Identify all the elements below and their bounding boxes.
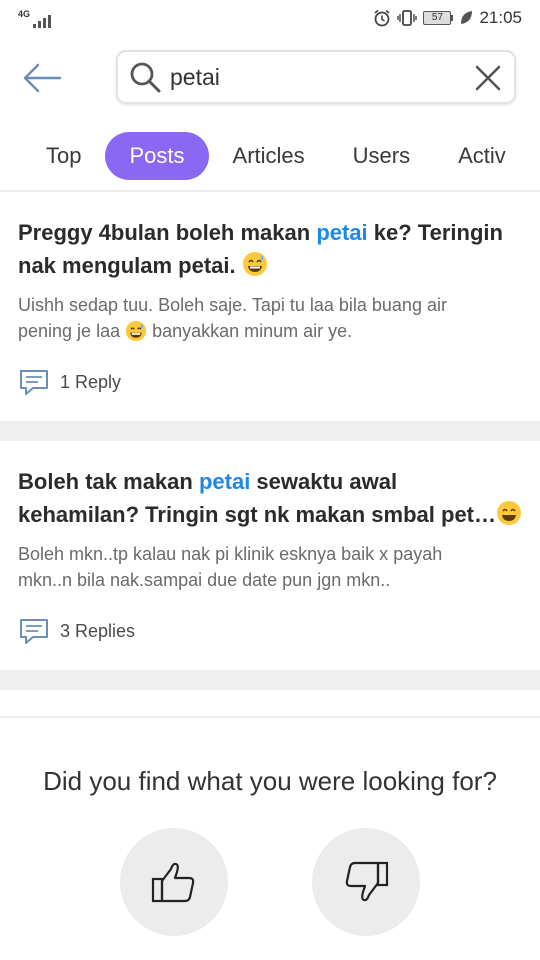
reply-count-button[interactable]: 1 Reply — [18, 366, 522, 398]
signal-bar — [48, 15, 52, 28]
thumbs-down-button[interactable] — [312, 828, 420, 936]
post-title-text: ke? Teringin — [367, 220, 503, 245]
section-divider — [0, 421, 540, 441]
thumbs-up-button[interactable] — [120, 828, 228, 936]
leaf-icon — [461, 11, 473, 24]
signal-indicator: 4G — [18, 8, 52, 28]
reply-count: 3 Replies — [60, 620, 136, 641]
reply-count: 1 Reply — [60, 371, 122, 392]
excerpt-text: Boleh mkn..tp kalau nak pi klinik esknya… — [18, 544, 443, 564]
grinning-sweat-emoji-icon — [497, 501, 522, 525]
signal-bar — [33, 24, 37, 28]
post-title-text: sewaktu awal — [250, 469, 398, 494]
network-type: 4G — [18, 9, 31, 19]
battery-level: 57 — [423, 11, 452, 25]
section-divider — [0, 716, 540, 718]
clear-icon — [475, 65, 501, 91]
excerpt-text: mkn..n bila nak.sampai due date pun jgn … — [18, 570, 391, 590]
search-icon — [130, 62, 161, 93]
search-highlight: petai — [316, 220, 368, 245]
search-input[interactable] — [170, 63, 460, 91]
back-button[interactable] — [22, 60, 62, 96]
post-title-text: Boleh tak makan — [18, 469, 199, 494]
section-divider — [0, 670, 540, 690]
search-highlight: petai — [198, 469, 251, 494]
post-excerpt: Boleh mkn..tp kalau nak pi klinik esknya… — [18, 541, 522, 593]
battery-icon: 57 — [423, 11, 454, 25]
post-card[interactable]: Boleh tak makan petai sewaktu awal keham… — [0, 465, 540, 647]
post-title-text: kehamilan? Tringin sgt nk makan smbal pe… — [18, 502, 497, 527]
tab-posts[interactable]: Posts — [105, 132, 209, 180]
post-title-text: nak mengulam petai. — [18, 253, 242, 278]
feedback-question: Did you find what you were looking for? — [43, 766, 497, 796]
search-header — [0, 48, 540, 108]
result-tabs: Top Posts Articles Users Activ — [0, 130, 540, 182]
tab-users[interactable]: Users — [329, 132, 434, 180]
post-title: Preggy 4bulan boleh makan petai ke? Teri… — [18, 216, 522, 282]
post-title-text: Preggy 4bulan boleh makan — [18, 220, 317, 245]
signal-bar — [43, 18, 47, 28]
vibrate-icon — [397, 10, 418, 26]
clear-search-button[interactable] — [474, 64, 502, 92]
excerpt-text: banyakkan minum air ye. — [147, 321, 353, 341]
comment-icon — [20, 370, 48, 395]
post-title: Boleh tak makan petai sewaktu awal keham… — [18, 465, 522, 531]
tab-activities[interactable]: Activ — [434, 132, 530, 180]
thumbs-down-icon — [345, 861, 389, 902]
tab-articles[interactable]: Articles — [209, 132, 329, 180]
signal-bar — [38, 21, 42, 28]
back-arrow-icon — [23, 63, 62, 93]
excerpt-text: pening je laa — [18, 321, 126, 341]
tab-top[interactable]: Top — [22, 132, 105, 180]
grinning-sweat-emoji-icon — [242, 252, 267, 276]
post-excerpt: Uishh sedap tuu. Boleh saje. Tapi tu laa… — [18, 292, 522, 344]
clock: 21:05 — [479, 8, 522, 27]
excerpt-text: Uishh sedap tuu. Boleh saje. Tapi tu laa… — [18, 295, 447, 315]
search-bar[interactable] — [116, 50, 516, 104]
comment-icon — [20, 619, 48, 644]
grinning-sweat-emoji-icon — [125, 320, 147, 342]
reply-count-button[interactable]: 3 Replies — [18, 615, 522, 647]
post-card[interactable]: Preggy 4bulan boleh makan petai ke? Teri… — [0, 216, 540, 398]
thumbs-up-icon — [151, 862, 195, 903]
status-bar: 4G 57 21:05 — [0, 0, 540, 36]
tabs-divider — [0, 190, 540, 192]
alarm-icon — [374, 9, 390, 27]
